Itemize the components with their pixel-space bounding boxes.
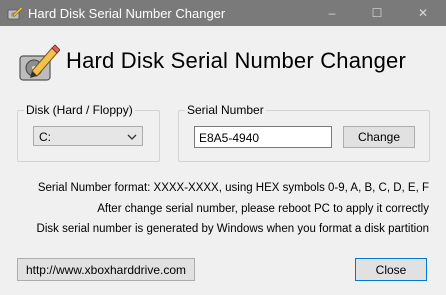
- close-icon: ✕: [417, 6, 429, 20]
- minimize-button[interactable]: –: [309, 0, 355, 26]
- title-bar[interactable]: Hard Disk Serial Number Changer – ☐ ✕: [0, 0, 446, 26]
- disk-select[interactable]: C:: [33, 126, 143, 146]
- disk-select-value: C:: [39, 130, 51, 144]
- app-icon: [7, 6, 23, 20]
- serial-group-label: Serial Number: [185, 103, 266, 117]
- disk-pencil-icon: [19, 44, 60, 81]
- disk-group: Disk (Hard / Floppy) C:: [17, 103, 160, 162]
- disk-group-label: Disk (Hard / Floppy): [24, 103, 135, 117]
- close-button[interactable]: Close: [355, 258, 427, 281]
- info-reboot: After change serial number, please reboo…: [97, 203, 429, 215]
- info-format: Serial Number format: XXXX-XXXX, using H…: [37, 182, 429, 194]
- minimize-icon: –: [328, 6, 336, 20]
- window-title: Hard Disk Serial Number Changer: [28, 6, 226, 21]
- website-link-button[interactable]: http://www.xboxharddrive.com: [17, 258, 195, 281]
- info-generated: Disk serial number is generated by Windo…: [36, 223, 429, 235]
- change-button[interactable]: Change: [343, 126, 415, 148]
- maximize-button[interactable]: ☐: [354, 0, 400, 26]
- website-link-label: http://www.xboxharddrive.com: [25, 262, 187, 277]
- app-title: Hard Disk Serial Number Changer: [66, 48, 406, 73]
- close-button-label: Close: [375, 262, 407, 277]
- maximize-icon: ☐: [371, 6, 383, 20]
- serial-number-input[interactable]: E8A5-4940: [194, 126, 332, 148]
- change-button-label: Change: [357, 130, 401, 144]
- close-window-button[interactable]: ✕: [400, 0, 446, 26]
- chevron-down-icon: [127, 134, 137, 140]
- serial-group: Serial Number E8A5-4940 Change: [178, 103, 430, 162]
